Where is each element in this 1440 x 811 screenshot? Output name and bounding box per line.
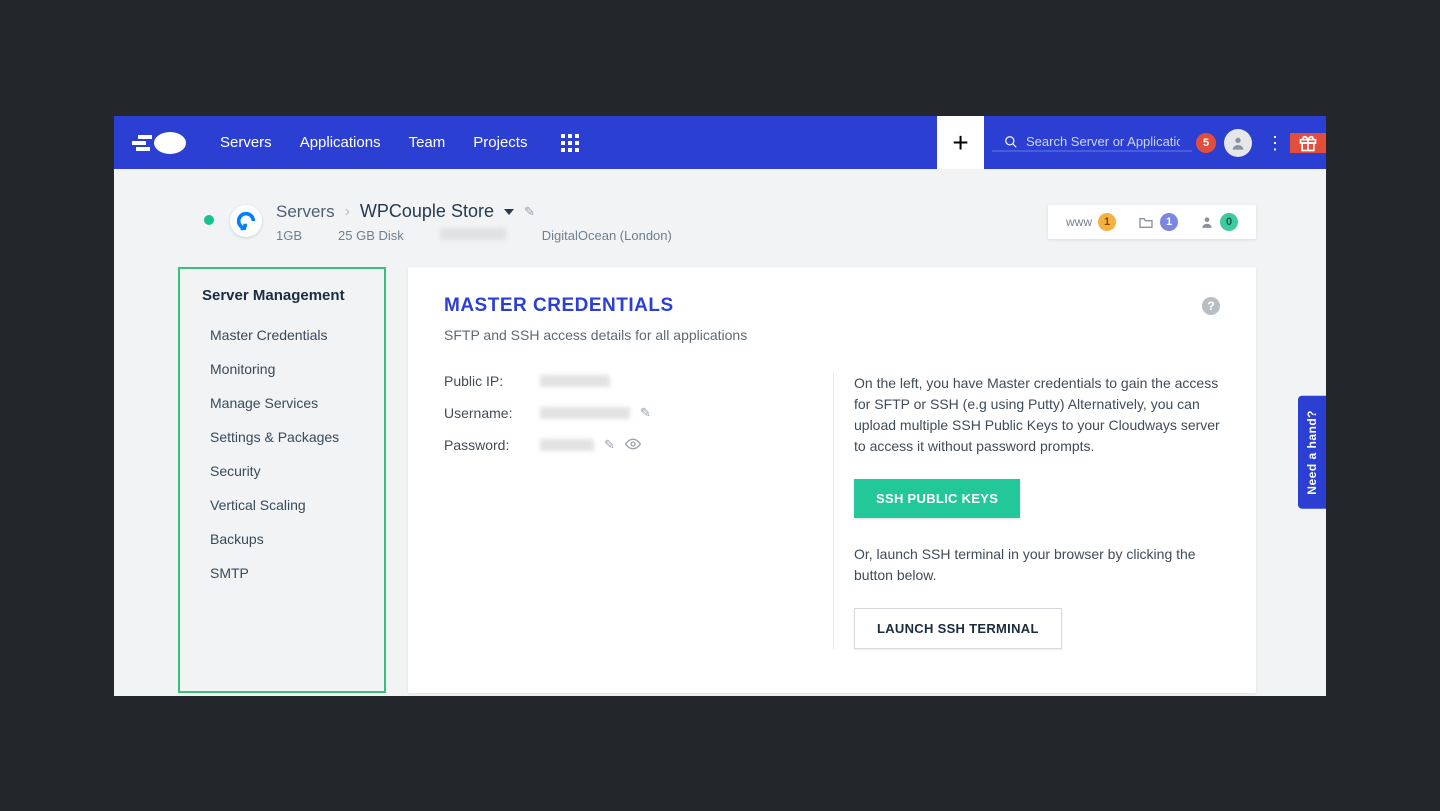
app-launcher-icon[interactable] [541,116,599,169]
edit-username-icon[interactable]: ✎ [640,405,651,421]
nav-servers[interactable]: Servers [206,134,286,151]
sidebar-title: Server Management [180,287,384,318]
server-header: Servers › WPCouple Store ✎ 1GB 25 GB Dis… [114,169,1326,267]
panel-title: MASTER CREDENTIALS [444,295,674,317]
main: Server Management Master Credentials Mon… [114,267,1326,733]
counters: www 1 1 0 [1048,205,1256,239]
meta-disk: 25 GB Disk [338,228,404,243]
help-tab[interactable]: Need a hand? [1298,396,1326,509]
help-icon[interactable]: ? [1202,297,1220,315]
instructions-column: On the left, you have Master credentials… [834,373,1220,649]
sidebar: Server Management Master Credentials Mon… [178,267,386,693]
folder-icon [1138,215,1154,229]
gift-icon [1298,133,1318,153]
search-icon [1004,134,1018,150]
value-public-ip-redacted [540,375,610,387]
counter-www[interactable]: www 1 [1066,213,1116,231]
sidebar-item-vertical-scaling[interactable]: Vertical Scaling [180,488,384,522]
server-meta: 1GB 25 GB Disk DigitalOcean (London) [276,228,672,243]
topbar: Servers Applications Team Projects + 5 ⋮ [114,116,1326,169]
kebab-menu-icon[interactable]: ⋮ [1260,134,1290,152]
sidebar-item-smtp[interactable]: SMTP [180,556,384,590]
notification-badge[interactable]: 5 [1196,133,1216,153]
edit-password-icon[interactable]: ✎ [604,437,615,453]
gift-button[interactable] [1290,133,1326,153]
digitalocean-icon [235,210,257,232]
breadcrumb-current[interactable]: WPCouple Store [360,201,494,222]
counter-user[interactable]: 0 [1200,213,1238,231]
edit-icon[interactable]: ✎ [524,204,535,220]
app-window: Servers Applications Team Projects + 5 ⋮ [114,116,1326,696]
meta-provider: DigitalOcean (London) [542,228,672,243]
person-icon [1200,215,1214,229]
add-button[interactable]: + [937,116,984,169]
ssh-description: On the left, you have Master credentials… [854,373,1220,457]
counter-www-label: www [1066,215,1092,229]
label-username: Username: [444,405,540,421]
counter-app-value: 1 [1160,213,1178,231]
sidebar-item-settings-packages[interactable]: Settings & Packages [180,420,384,454]
breadcrumb-root[interactable]: Servers [276,202,335,222]
top-nav: Servers Applications Team Projects [206,116,541,169]
avatar[interactable] [1224,129,1252,157]
nav-projects[interactable]: Projects [459,134,541,151]
nav-applications[interactable]: Applications [286,134,395,151]
counter-www-value: 1 [1098,213,1116,231]
logo[interactable] [114,116,206,169]
label-public-ip: Public IP: [444,373,540,389]
label-password: Password: [444,437,540,453]
sidebar-item-manage-services[interactable]: Manage Services [180,386,384,420]
provider-badge [230,205,262,237]
credentials-column: Public IP: Username: ✎ Password: [444,373,834,649]
nav-team[interactable]: Team [395,134,460,151]
sidebar-item-master-credentials[interactable]: Master Credentials [180,318,384,352]
status-indicator [204,215,214,225]
launch-ssh-terminal-button[interactable]: LAUNCH SSH TERMINAL [854,608,1062,649]
sidebar-item-backups[interactable]: Backups [180,522,384,556]
counter-user-value: 0 [1220,213,1238,231]
sidebar-item-monitoring[interactable]: Monitoring [180,352,384,386]
value-password-redacted [540,439,594,451]
counter-app[interactable]: 1 [1138,213,1178,231]
user-icon [1230,135,1246,151]
meta-ip-redacted [440,228,506,240]
panel: MASTER CREDENTIALS ? SFTP and SSH access… [408,267,1256,693]
sidebar-item-security[interactable]: Security [180,454,384,488]
breadcrumb-sep: › [345,203,350,221]
search-box[interactable] [992,134,1192,152]
panel-subtitle: SFTP and SSH access details for all appl… [444,327,1220,343]
value-username-redacted [540,407,630,419]
terminal-description: Or, launch SSH terminal in your browser … [854,544,1220,586]
meta-ram: 1GB [276,228,302,243]
search-input[interactable] [1026,134,1180,149]
ssh-public-keys-button[interactable]: SSH PUBLIC KEYS [854,479,1020,518]
show-password-icon[interactable] [625,438,641,453]
chevron-down-icon[interactable] [504,209,514,215]
